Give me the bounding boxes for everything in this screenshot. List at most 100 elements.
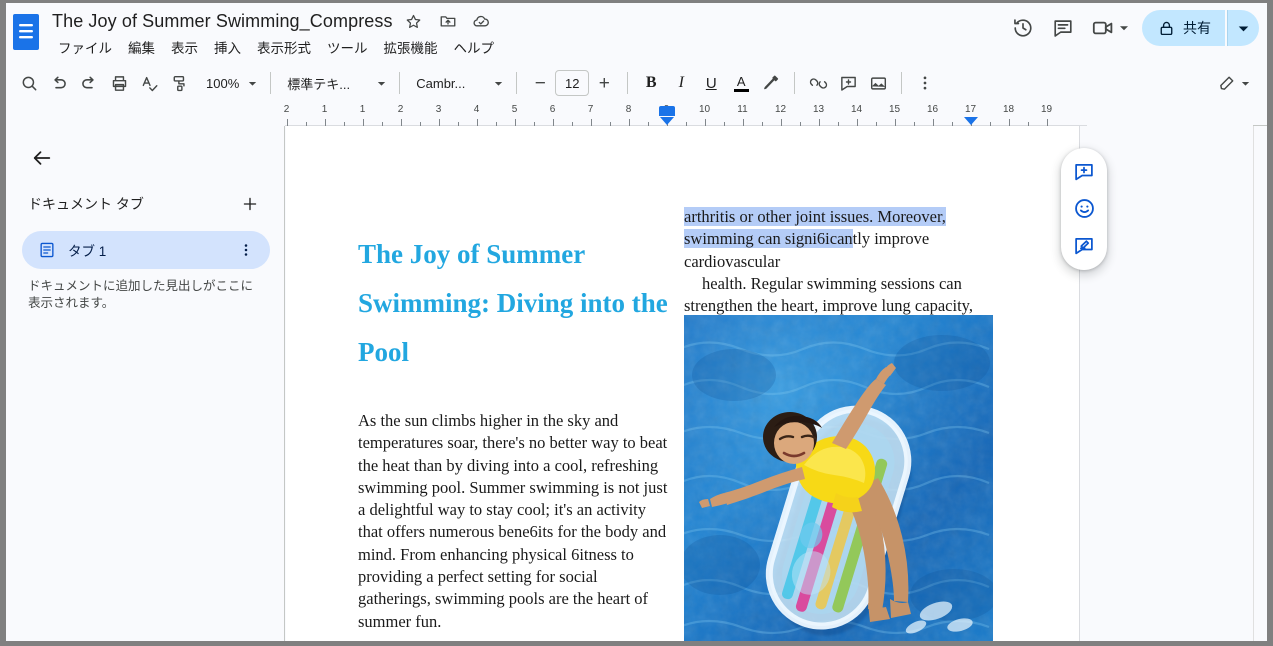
chevron-down-icon	[1241, 81, 1250, 86]
chevron-down-icon	[1238, 26, 1249, 31]
window-top-border	[0, 0, 1273, 3]
emoji-reaction-icon[interactable]	[1067, 192, 1101, 226]
comment-history-icon[interactable]	[1044, 9, 1082, 47]
italic-button[interactable]: I	[666, 68, 696, 98]
left-column: The Joy of Summer Swimming: Diving into …	[358, 126, 670, 633]
toolbar-divider	[516, 72, 518, 94]
ruler-tick-major	[286, 119, 288, 126]
menu-help[interactable]: ヘルプ	[446, 35, 503, 59]
share-button[interactable]: 共有	[1142, 10, 1225, 46]
docs-file-icon	[12, 13, 40, 51]
back-arrow-icon[interactable]	[24, 140, 60, 176]
pool-photo[interactable]	[684, 315, 993, 641]
left-body-paragraph[interactable]: As the sun climbs higher in the sky and …	[358, 410, 670, 633]
more-vertical-icon[interactable]	[234, 238, 258, 262]
ruler-label: 17	[964, 104, 977, 115]
ruler-tick-major	[552, 119, 554, 126]
minus-icon: −	[534, 72, 546, 94]
sidebar-empty-hint: ドキュメントに追加した見出しがここに表示されます。	[28, 279, 254, 310]
ruler-tick-major	[1008, 119, 1010, 126]
text-color-label: A	[736, 73, 746, 89]
decrease-font-size-button[interactable]: −	[525, 68, 555, 98]
document-canvas[interactable]: The Joy of Summer Swimming: Diving into …	[286, 126, 1267, 641]
menu-extensions[interactable]: 拡張機能	[376, 35, 446, 59]
right-body-paragraph[interactable]: arthritis or other joint issues. Moreove…	[684, 206, 996, 273]
star-icon[interactable]	[399, 8, 429, 34]
add-comment-icon[interactable]	[1067, 155, 1101, 189]
chevron-down-icon	[249, 81, 257, 86]
menu-tools[interactable]: ツール	[319, 35, 376, 59]
paint-format-icon[interactable]	[164, 68, 194, 98]
paragraph-style-selector[interactable]: 標準テキ...	[279, 69, 391, 97]
edit-pencil-icon[interactable]	[1212, 68, 1242, 98]
move-to-folder-icon[interactable]	[433, 8, 463, 34]
ruler-tick-major	[590, 119, 592, 126]
google-meet-button[interactable]	[1084, 9, 1132, 47]
page-title[interactable]: The Joy of Summer Swimming: Diving into …	[358, 230, 670, 377]
text-color-button[interactable]: A	[726, 68, 756, 98]
cloud-saved-icon[interactable]	[467, 8, 497, 34]
ruler-label: 4	[473, 104, 480, 115]
print-icon[interactable]	[104, 68, 134, 98]
document-title[interactable]: The Joy of Summer Swimming_Compress	[50, 9, 395, 34]
chevron-down-icon	[495, 81, 503, 86]
ruler-label: 18	[1002, 104, 1015, 115]
toolbar-divider	[794, 72, 796, 94]
app-header: The Joy of Summer Swimming_Compress ファイル…	[6, 3, 1267, 63]
spellcheck-icon[interactable]	[134, 68, 164, 98]
bold-button[interactable]: B	[636, 68, 666, 98]
menu-view[interactable]: 表示	[163, 35, 206, 59]
ruler-label: 16	[926, 104, 939, 115]
ruler-label: 3	[435, 104, 442, 115]
editing-mode-button[interactable]	[1210, 68, 1255, 98]
menu-edit[interactable]: 編集	[120, 35, 163, 59]
document-page[interactable]: The Joy of Summer Swimming: Diving into …	[286, 126, 1080, 641]
ruler-tick-major	[400, 119, 402, 126]
right-body-paragraph-2[interactable]: health. Regular swimming sessions can st…	[684, 273, 996, 318]
add-comment-icon[interactable]	[833, 68, 863, 98]
ruler-label: 6	[549, 104, 556, 115]
suggest-edit-icon[interactable]	[1067, 229, 1101, 263]
ruler-label: 5	[511, 104, 518, 115]
font-family-selector[interactable]: Cambr...	[408, 69, 508, 97]
ruler-label: 11	[737, 104, 748, 115]
body-area: ドキュメント タブ タブ 1 ドキュメントに追加した見出しがここに表示されます。…	[6, 126, 1267, 641]
bold-label: B	[645, 74, 657, 91]
ruler-label: 1	[359, 104, 366, 115]
menu-insert[interactable]: 挿入	[206, 35, 249, 59]
insert-link-icon[interactable]	[803, 68, 833, 98]
ruler-tick-major	[1046, 119, 1048, 126]
google-docs-window: The Joy of Summer Swimming_Compress ファイル…	[0, 0, 1273, 646]
document-ruler[interactable]: 2112345678910111213141516171819	[6, 104, 1267, 126]
ruler-tick-major	[438, 119, 440, 126]
menu-format[interactable]: 表示形式	[249, 35, 319, 59]
share-dropdown-caret[interactable]	[1227, 10, 1259, 46]
search-icon[interactable]	[14, 68, 44, 98]
more-vertical-icon[interactable]	[910, 68, 940, 98]
video-camera-icon[interactable]	[1084, 9, 1122, 47]
undo-icon[interactable]	[44, 68, 74, 98]
toolbar-divider	[627, 72, 629, 94]
highlight-pen-icon[interactable]	[756, 68, 786, 98]
version-history-icon[interactable]	[1004, 9, 1042, 47]
insert-image-icon[interactable]	[863, 68, 893, 98]
menu-file[interactable]: ファイル	[50, 35, 120, 59]
sidebar-item-tab-1[interactable]: タブ 1	[22, 231, 270, 269]
first-line-indent-marker[interactable]	[659, 117, 674, 125]
zoom-level-selector[interactable]: 100%	[198, 69, 262, 97]
ruler-tick-major	[818, 119, 820, 126]
vertical-scrollbar[interactable]	[1253, 126, 1267, 641]
ruler-scale[interactable]: 2112345678910111213141516171819	[284, 104, 1087, 126]
left-margin-marker[interactable]	[658, 106, 675, 116]
ruler-tick-major	[362, 119, 364, 126]
redo-icon[interactable]	[74, 68, 104, 98]
italic-label: I	[678, 74, 684, 91]
font-family-value: Cambr...	[416, 75, 466, 91]
font-size-input[interactable]: 12	[555, 70, 590, 96]
window-right-border	[1267, 0, 1273, 646]
right-indent-marker[interactable]	[963, 117, 978, 125]
underline-button[interactable]: U	[696, 68, 726, 98]
add-tab-icon[interactable]	[236, 190, 264, 218]
increase-font-size-button[interactable]: +	[589, 68, 619, 98]
paragraph-style-value: 標準テキ...	[287, 76, 351, 92]
